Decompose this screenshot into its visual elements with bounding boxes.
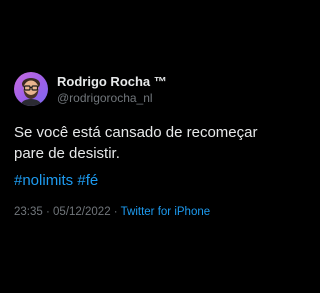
- tweet-text-line: pare de desistir.: [14, 145, 120, 162]
- tweet-date[interactable]: 05/12/2022: [53, 206, 111, 218]
- tweet-card: Rodrigo Rocha ™ @rodrigorocha_nl Se você…: [0, 0, 300, 293]
- meta-separator: ·: [113, 206, 118, 218]
- avatar[interactable]: [14, 72, 48, 106]
- author-handle[interactable]: @rodrigorocha_nl: [57, 91, 153, 105]
- meta-separator: ·: [45, 206, 50, 218]
- author-name[interactable]: Rodrigo Rocha ™: [57, 74, 167, 89]
- tweet-meta: 23:35 · 05/12/2022 · Twitter for iPhone: [14, 206, 210, 218]
- avatar-image: [20, 78, 42, 106]
- hashtag-link[interactable]: #fé: [77, 172, 98, 189]
- tweet-source-link[interactable]: Twitter for iPhone: [121, 206, 210, 218]
- tweet-text: Se você está cansado de recomeçar pare d…: [14, 122, 294, 164]
- tweet-time[interactable]: 23:35: [14, 206, 43, 218]
- tweet-text-line: Se você está cansado de recomeçar: [14, 124, 258, 141]
- hashtags: #nolimits #fé: [14, 170, 98, 191]
- hashtag-link[interactable]: #nolimits: [14, 172, 73, 189]
